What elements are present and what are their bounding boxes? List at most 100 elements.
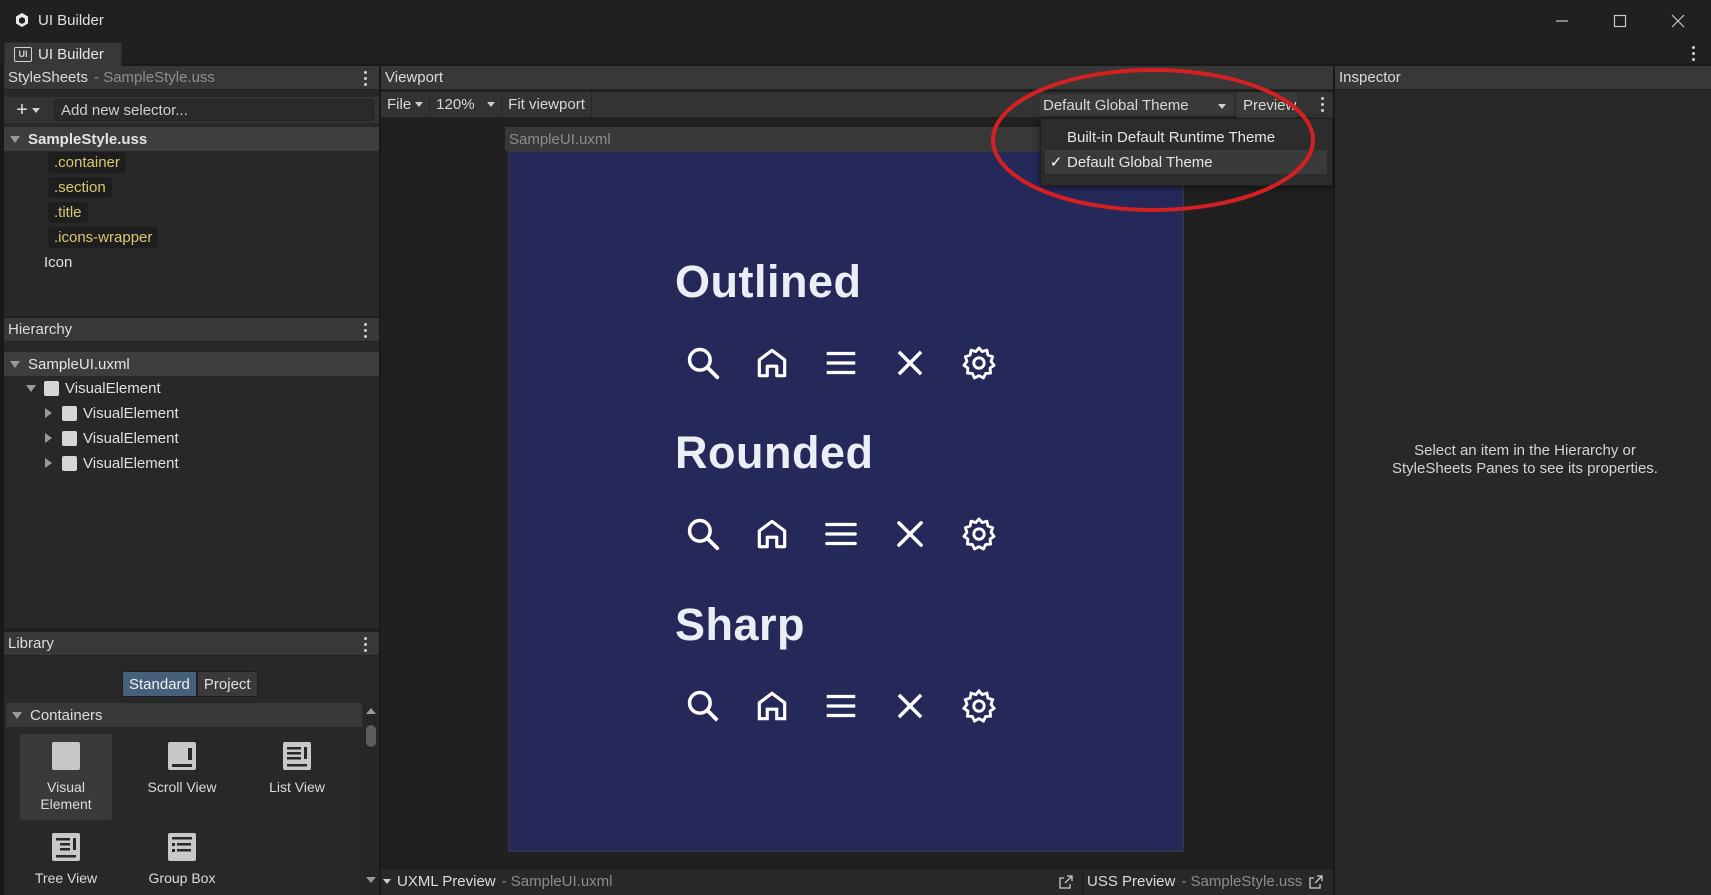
- tab-strip: [0, 42, 1711, 64]
- inspector-header: Inspector: [1335, 66, 1711, 90]
- viewport-title: Viewport: [385, 69, 444, 86]
- scroll-down-icon[interactable]: [366, 877, 376, 883]
- hierarchy-root-label: SampleUI.uxml: [28, 355, 130, 373]
- selector-section[interactable]: .section: [48, 177, 112, 198]
- library-tab-standard[interactable]: Standard: [122, 671, 197, 697]
- selector-icon-item[interactable]: Icon: [44, 254, 72, 271]
- settings-icon: [962, 517, 996, 551]
- hierarchy-item[interactable]: VisualElement: [45, 452, 179, 474]
- library-item-scroll-view[interactable]: Scroll View: [136, 734, 228, 795]
- library-item-label: Group Box: [148, 870, 216, 886]
- visual-element-icon: [62, 430, 77, 446]
- tab-ui-builder[interactable]: UI UI Builder: [4, 42, 122, 66]
- stylesheet-root-item[interactable]: SampleStyle.uss: [4, 127, 379, 151]
- library-header: Library: [4, 632, 379, 656]
- add-selector-input[interactable]: [54, 99, 374, 121]
- home-icon: [757, 691, 787, 721]
- hierarchy-item-label: VisualElement: [83, 429, 179, 447]
- hierarchy-item-label: VisualElement: [83, 404, 179, 422]
- home-icon: [757, 519, 787, 549]
- containers-foldout[interactable]: Containers: [6, 703, 362, 727]
- open-external-icon[interactable]: [1309, 875, 1323, 889]
- document-tab-label: SampleUI.uxml: [509, 130, 611, 148]
- settings-icon: [962, 346, 996, 380]
- uss-preview-tab[interactable]: USS Preview - SampleStyle.uss: [1082, 868, 1333, 895]
- menu-icon: [826, 351, 856, 375]
- chevron-down-icon: [487, 102, 496, 107]
- search-icon: [687, 347, 720, 380]
- icon-row-sharp[interactable]: [684, 686, 998, 726]
- visual-element-icon: [62, 405, 77, 421]
- collapse-arrow-icon: [45, 433, 52, 443]
- scroll-view-icon: [168, 742, 196, 770]
- stylesheets-menu-button[interactable]: [359, 69, 371, 87]
- library-tab-project[interactable]: Project: [196, 671, 258, 697]
- icon-row-outlined[interactable]: [684, 343, 998, 383]
- hierarchy-item[interactable]: VisualElement: [26, 377, 161, 399]
- fit-viewport-label: Fit viewport: [508, 96, 585, 113]
- minimize-icon: [1556, 20, 1568, 22]
- expand-arrow-icon: [12, 711, 22, 719]
- selector-toolbar: +: [4, 97, 379, 123]
- fit-viewport-button[interactable]: Fit viewport: [502, 92, 592, 117]
- hierarchy-menu-button[interactable]: [359, 321, 371, 339]
- inspector-empty-message: Select an item in the Hierarchy or Style…: [1392, 442, 1658, 477]
- inspector-panel: Inspector: [1335, 66, 1711, 895]
- file-menu-button[interactable]: File: [381, 92, 431, 117]
- library-scroll-thumb[interactable]: [366, 725, 376, 747]
- ui-builder-icon: UI: [14, 47, 32, 62]
- library-item-visual-element[interactable]: Visual Element: [20, 734, 112, 820]
- hierarchy-root-item[interactable]: SampleUI.uxml: [4, 352, 379, 376]
- selector-icons-wrapper[interactable]: .icons-wrapper: [48, 227, 159, 248]
- library-tab-toggle: Standard Project: [122, 671, 258, 697]
- home-icon: [757, 348, 787, 378]
- scroll-up-icon[interactable]: [366, 708, 376, 714]
- uss-preview-file: - SampleStyle.uss: [1181, 873, 1303, 890]
- list-view-icon: [283, 742, 311, 770]
- window-title: UI Builder: [38, 12, 104, 29]
- uxml-preview-tab[interactable]: UXML Preview - SampleUI.uxml: [381, 868, 1081, 895]
- expand-arrow-icon: [26, 384, 36, 392]
- close-window-button[interactable]: [1658, 8, 1698, 34]
- open-external-icon[interactable]: [1059, 874, 1073, 889]
- maximize-icon: [1613, 14, 1627, 28]
- section-title-sharp[interactable]: Sharp: [675, 599, 805, 651]
- menu-icon: [826, 694, 856, 718]
- hierarchy-item[interactable]: VisualElement: [45, 427, 179, 449]
- hierarchy-item[interactable]: VisualElement: [45, 402, 179, 424]
- chevron-down-icon: [415, 102, 424, 107]
- library-item-list-view[interactable]: List View: [251, 734, 343, 795]
- hierarchy-item-label: VisualElement: [83, 454, 179, 472]
- collapse-arrow-icon: [45, 458, 52, 468]
- zoom-dropdown[interactable]: 120%: [430, 92, 503, 117]
- tree-view-icon: [52, 833, 80, 861]
- library-item-label: Scroll View: [147, 779, 217, 795]
- visual-element-icon: [52, 742, 80, 770]
- stylesheets-file: - SampleStyle.uss: [94, 69, 215, 86]
- hierarchy-item-label: VisualElement: [65, 379, 161, 397]
- search-icon: [687, 518, 720, 551]
- library-item-label: List View: [269, 779, 325, 795]
- library-item-group-box[interactable]: Group Box: [136, 825, 228, 886]
- group-box-icon: [168, 833, 196, 861]
- plus-icon: +: [16, 98, 28, 121]
- selector-container[interactable]: .container: [48, 152, 126, 173]
- expand-arrow-icon: [10, 135, 20, 143]
- add-stylesheet-button[interactable]: +: [8, 99, 48, 121]
- close-icon: [897, 521, 923, 547]
- maximize-button[interactable]: [1600, 8, 1640, 34]
- close-icon: [897, 350, 923, 376]
- section-title-outlined[interactable]: Outlined: [675, 256, 861, 308]
- library-item-tree-view[interactable]: Tree View: [20, 825, 112, 886]
- hierarchy-title: Hierarchy: [8, 321, 73, 338]
- library-menu-button[interactable]: [359, 635, 371, 653]
- window-menu-button[interactable]: [1687, 44, 1699, 62]
- minimize-button[interactable]: [1542, 8, 1582, 34]
- selector-title[interactable]: .title: [48, 202, 88, 223]
- chevron-down-icon: [31, 107, 40, 113]
- library-title: Library: [8, 635, 54, 652]
- section-title-rounded[interactable]: Rounded: [675, 427, 873, 479]
- close-icon: [1671, 14, 1685, 28]
- icon-row-rounded[interactable]: [684, 514, 998, 554]
- inspector-title: Inspector: [1339, 69, 1401, 86]
